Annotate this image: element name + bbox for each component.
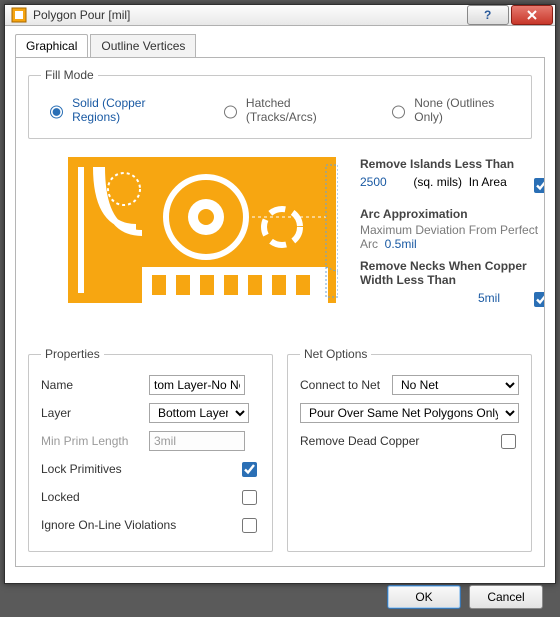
radio-none-input[interactable]	[392, 105, 405, 119]
radio-hatched-label: Hatched (Tracks/Arcs)	[246, 96, 357, 124]
layer-select[interactable]: Bottom Layer	[149, 403, 249, 423]
properties-group: Properties Name Layer Bottom Layer Min P…	[28, 347, 273, 552]
help-button[interactable]: ?	[467, 5, 509, 25]
radio-solid-input[interactable]	[50, 105, 63, 119]
ignore-violations-checkbox[interactable]	[242, 518, 257, 533]
layer-label: Layer	[41, 406, 149, 420]
remove-islands-row: 2500 (sq. mils) In Area	[360, 175, 545, 189]
locked-checkbox[interactable]	[242, 490, 257, 505]
name-input[interactable]	[149, 375, 245, 395]
connect-to-net-label: Connect to Net	[300, 378, 392, 392]
name-label: Name	[41, 378, 149, 392]
fill-mode-group: Fill Mode Solid (Copper Regions) Hatched…	[28, 68, 532, 139]
remove-islands-label: Remove Islands Less Than	[360, 157, 545, 171]
net-options-group: Net Options Connect to Net No Net Pour O…	[287, 347, 532, 552]
button-bar: OK Cancel	[5, 577, 555, 617]
tab-strip: Graphical Outline Vertices	[15, 34, 545, 58]
cancel-button[interactable]: Cancel	[469, 585, 543, 609]
fill-mode-legend: Fill Mode	[41, 68, 98, 82]
preview-area: Remove Islands Less Than 2500 (sq. mils)…	[28, 157, 532, 333]
remove-islands-checkbox[interactable]	[534, 178, 545, 193]
min-prim-length-label: Min Prim Length	[41, 434, 149, 448]
remove-dead-copper-label: Remove Dead Copper	[300, 434, 460, 448]
min-prim-length-input	[149, 431, 245, 451]
arc-approx-value[interactable]: 0.5mil	[385, 237, 417, 251]
radio-none[interactable]: None (Outlines Only)	[387, 96, 519, 124]
polygon-pour-icon	[11, 7, 27, 23]
client-area: Graphical Outline Vertices Fill Mode Sol…	[5, 26, 555, 577]
arc-approx-label: Arc Approximation	[360, 207, 545, 221]
lock-primitives-checkbox[interactable]	[242, 462, 257, 477]
pour-over-select[interactable]: Pour Over Same Net Polygons Only	[300, 403, 519, 423]
remove-necks-checkbox[interactable]	[534, 292, 545, 307]
remove-necks-label: Remove Necks When Copper Width Less Than	[360, 259, 530, 287]
remove-islands-unit: (sq. mils)	[413, 175, 462, 189]
properties-legend: Properties	[41, 347, 104, 361]
ok-button[interactable]: OK	[387, 585, 461, 609]
remove-necks-value[interactable]: 5mil	[478, 291, 500, 305]
window-title: Polygon Pour [mil]	[33, 8, 467, 22]
radio-hatched[interactable]: Hatched (Tracks/Arcs)	[219, 96, 357, 124]
titlebar: Polygon Pour [mil] ?	[5, 5, 555, 26]
remove-dead-copper-checkbox[interactable]	[501, 434, 516, 449]
arc-approx-desc: Maximum Deviation From Perfect Arc 0.5mi…	[360, 223, 545, 251]
tab-page-graphical: Fill Mode Solid (Copper Regions) Hatched…	[15, 57, 545, 567]
remove-islands-tail: In Area	[469, 175, 507, 189]
locked-label: Locked	[41, 490, 149, 504]
close-button[interactable]	[511, 5, 553, 25]
connect-to-net-select[interactable]: No Net	[392, 375, 519, 395]
ignore-violations-label: Ignore On-Line Violations	[41, 518, 201, 532]
remove-islands-value[interactable]: 2500	[360, 175, 387, 189]
tab-graphical[interactable]: Graphical	[15, 34, 88, 58]
radio-solid[interactable]: Solid (Copper Regions)	[45, 96, 189, 124]
radio-solid-label: Solid (Copper Regions)	[72, 96, 189, 124]
polygon-preview-icon	[68, 157, 338, 325]
dialog-window: Polygon Pour [mil] ? Graphical Outline V…	[4, 4, 556, 584]
tab-outline-vertices[interactable]: Outline Vertices	[90, 34, 196, 58]
radio-hatched-input[interactable]	[224, 105, 237, 119]
radio-none-label: None (Outlines Only)	[414, 96, 519, 124]
svg-text:?: ?	[484, 9, 491, 21]
lock-primitives-label: Lock Primitives	[41, 462, 149, 476]
net-options-legend: Net Options	[300, 347, 371, 361]
